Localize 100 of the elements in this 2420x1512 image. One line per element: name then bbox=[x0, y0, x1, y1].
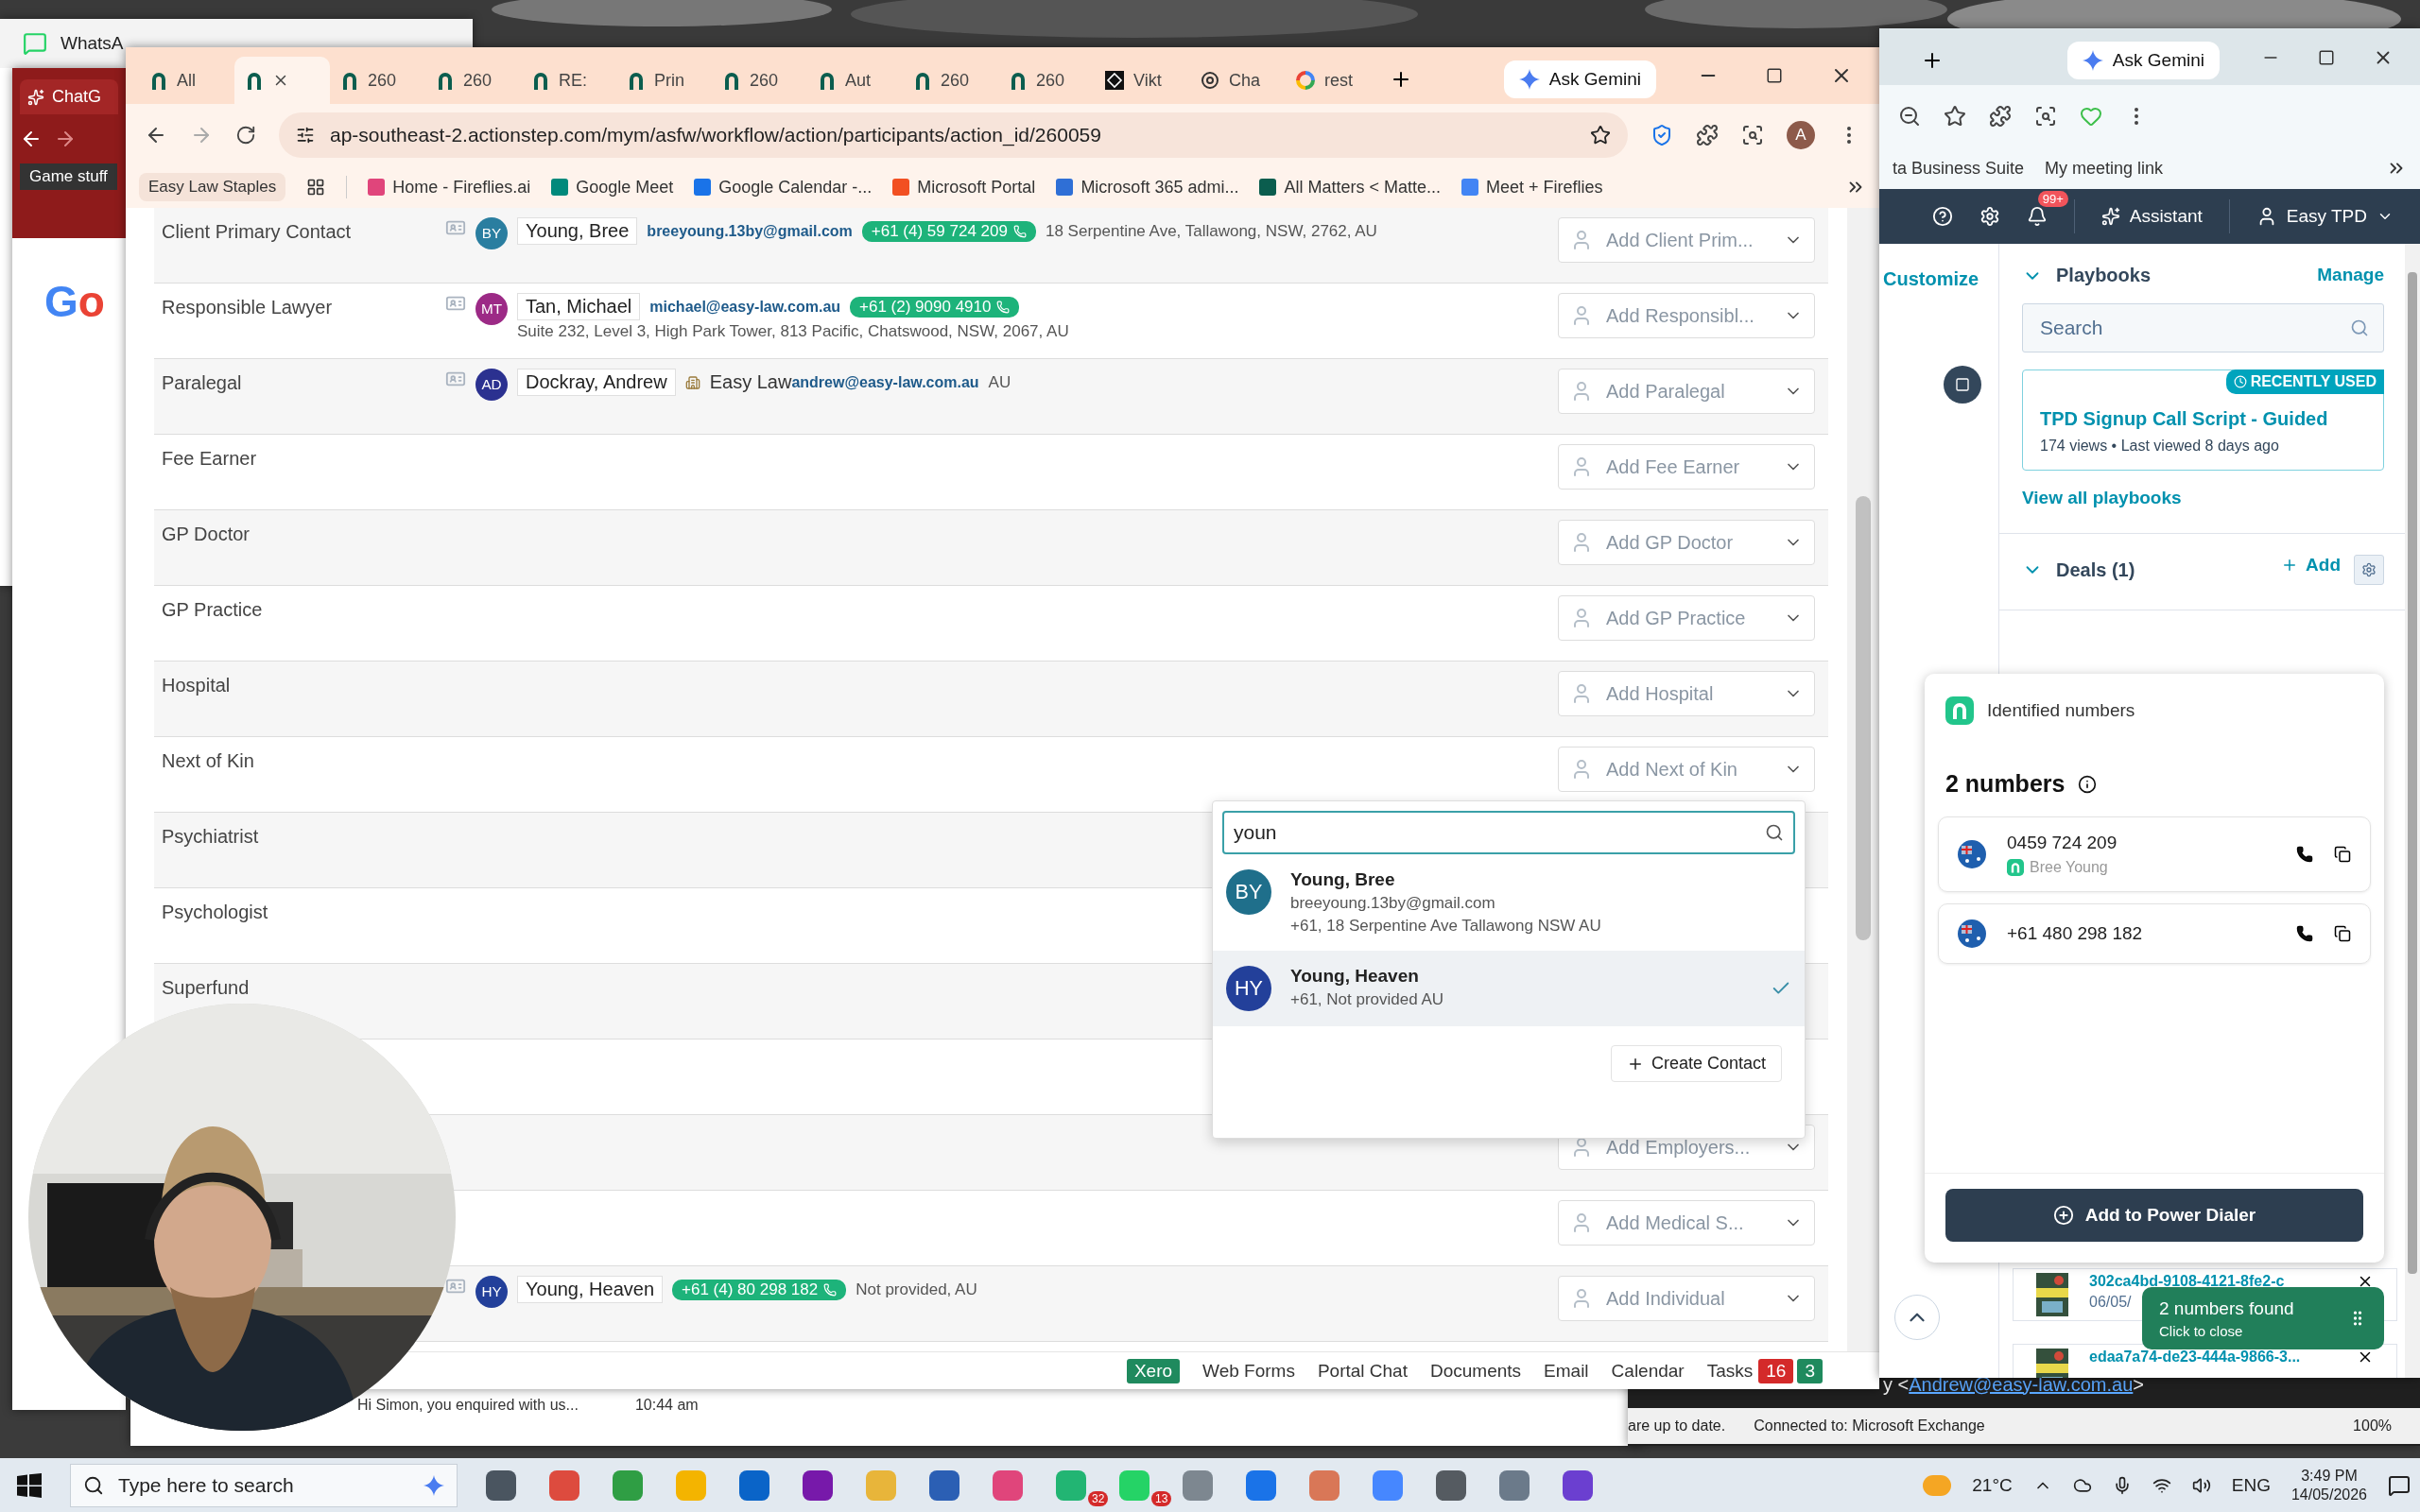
footer-link[interactable]: Portal Chat bbox=[1317, 1360, 1408, 1382]
browser-tab[interactable]: 260 bbox=[903, 57, 998, 104]
app-icon[interactable] bbox=[486, 1469, 516, 1501]
notifications-icon[interactable] bbox=[2388, 1473, 2411, 1497]
email-address[interactable]: breeyoung.13by@gmail.com bbox=[647, 222, 853, 240]
address-bar[interactable]: ap-southeast-2.actionstep.com/mym/asfw/workflow/action/participants/action_id/260059 bbox=[279, 112, 1628, 158]
footer-link[interactable]: Web Forms bbox=[1202, 1360, 1295, 1382]
assistant-button[interactable]: Assistant bbox=[2100, 206, 2203, 227]
start-icon[interactable] bbox=[17, 1472, 42, 1498]
apps-icon[interactable] bbox=[306, 178, 326, 197]
browser-tab[interactable]: Vikt bbox=[1094, 57, 1189, 104]
create-contact-button[interactable]: Create Contact bbox=[1610, 1045, 1782, 1082]
browser-tab[interactable]: RE: bbox=[521, 57, 616, 104]
browser-tab[interactable]: 260 bbox=[330, 57, 425, 104]
app-icon[interactable] bbox=[739, 1469, 769, 1501]
browser-tab[interactable]: 260 bbox=[712, 57, 807, 104]
app-icon[interactable] bbox=[993, 1469, 1023, 1501]
gemini-button[interactable]: Ask Gemini bbox=[1503, 60, 1656, 98]
browser-tab[interactable]: 260 bbox=[998, 57, 1094, 104]
reload-icon[interactable] bbox=[235, 125, 256, 146]
app-icon[interactable] bbox=[549, 1469, 579, 1501]
bookmark-link[interactable]: My meeting link bbox=[2045, 158, 2164, 179]
browser-tab[interactable]: 260 bbox=[425, 57, 521, 104]
email-address[interactable]: andrew@easy-law.com.au bbox=[791, 373, 979, 391]
contact-result[interactable]: BY Young, Bree breeyoung.13by@gmail.com +61, 18 Serpentine Ave Tallawong NSW AU bbox=[1213, 854, 1805, 951]
contact-name[interactable]: Dockray, Andrew bbox=[517, 369, 676, 396]
contact-name[interactable]: Young, Bree bbox=[517, 217, 638, 245]
app-icon[interactable] bbox=[1436, 1469, 1466, 1501]
maximize-icon[interactable] bbox=[1766, 67, 1783, 84]
extensions-icon[interactable] bbox=[1696, 124, 1719, 146]
browser-tab[interactable]: All bbox=[139, 57, 234, 104]
manage-link[interactable]: Manage bbox=[2317, 265, 2384, 285]
xero-link[interactable]: Xero bbox=[1126, 1358, 1181, 1383]
app-icon[interactable] bbox=[613, 1469, 643, 1501]
contact-name[interactable]: Tan, Michael bbox=[517, 293, 641, 320]
phone-icon[interactable] bbox=[2296, 846, 2313, 863]
browser-tab[interactable]: rest bbox=[1285, 57, 1380, 104]
profile-avatar[interactable]: A bbox=[1787, 121, 1815, 149]
add-to-dialer-button[interactable]: Add to Power Dialer bbox=[1945, 1189, 2363, 1242]
playbook-card[interactable]: RECENTLY USED TPD Signup Call Script - Guided 174 views • Last viewed 8 days ago bbox=[2022, 369, 2384, 471]
account-menu[interactable]: Easy TPD bbox=[2256, 206, 2394, 227]
help-icon[interactable] bbox=[1931, 206, 1953, 227]
add-link[interactable]: Add bbox=[2281, 555, 2341, 576]
maximize-icon[interactable] bbox=[2318, 49, 2335, 66]
app-icon[interactable] bbox=[929, 1469, 959, 1501]
bookmark-link[interactable]: Microsoft Portal bbox=[917, 177, 1036, 198]
screen-search-icon[interactable] bbox=[2034, 105, 2057, 128]
bookmark-link[interactable]: Google Calendar -... bbox=[718, 177, 873, 198]
tab-group-chip[interactable]: Easy Law Staples bbox=[139, 173, 286, 201]
contact-detail: breeyoung.13by@gmail.com bbox=[1290, 894, 1496, 913]
bookmark-link[interactable]: All Matters < Matte... bbox=[1284, 177, 1441, 198]
customize-link[interactable]: Customize bbox=[1883, 268, 1979, 290]
view-all-link[interactable]: View all playbooks bbox=[2022, 488, 2182, 508]
clock[interactable]: 3:49 PM 14/05/2026 bbox=[2290, 1467, 2367, 1503]
language-indicator[interactable]: ENG bbox=[2231, 1474, 2271, 1496]
footer-link[interactable]: Email bbox=[1544, 1360, 1589, 1382]
bookmark-link[interactable]: Meet + Fireflies bbox=[1486, 177, 1603, 198]
screen-search-icon[interactable] bbox=[1741, 124, 1764, 146]
app-icon[interactable] bbox=[803, 1469, 833, 1501]
bell-icon[interactable] bbox=[2026, 206, 2048, 227]
site-settings-icon bbox=[296, 126, 315, 145]
volume-icon[interactable] bbox=[2191, 1475, 2211, 1495]
contact-result[interactable]: HY Young, Heaven +61, Not provided AU bbox=[1213, 951, 1805, 1026]
app-icon[interactable] bbox=[1499, 1469, 1530, 1501]
scrollbar[interactable] bbox=[2408, 272, 2417, 1274]
browser-tab[interactable]: Cha bbox=[1189, 57, 1285, 104]
app-icon[interactable] bbox=[1246, 1469, 1276, 1501]
bookmark-link[interactable]: ta Business Suite bbox=[1893, 158, 2025, 179]
gemini-button[interactable]: Ask Gemini bbox=[2066, 42, 2220, 79]
search-field[interactable]: Search bbox=[2022, 303, 2384, 352]
shield-icon[interactable] bbox=[1651, 124, 1673, 146]
footer-link[interactable]: Tasks bbox=[1706, 1360, 1754, 1382]
footer-link[interactable]: Calendar bbox=[1611, 1360, 1685, 1382]
bookmark-link[interactable]: Home - Fireflies.ai bbox=[392, 177, 531, 198]
zoom-out-icon[interactable] bbox=[1898, 105, 1921, 128]
bookmark-star-icon[interactable] bbox=[1944, 105, 1966, 128]
scrollbar[interactable] bbox=[1856, 496, 1871, 940]
panel-toggle-button[interactable] bbox=[1944, 366, 1981, 404]
browser-tab[interactable]: Aut bbox=[807, 57, 903, 104]
bookmark-link[interactable]: Google Meet bbox=[576, 177, 674, 198]
phone-icon bbox=[823, 1282, 838, 1297]
extensions-icon[interactable] bbox=[1989, 105, 2012, 128]
browser-tab[interactable] bbox=[234, 57, 330, 104]
email-address[interactable]: michael@easy-law.com.au bbox=[649, 298, 841, 316]
footer-link[interactable]: Documents bbox=[1429, 1360, 1522, 1382]
info-icon[interactable] bbox=[2078, 774, 2098, 794]
contact-name[interactable]: Young, Heaven bbox=[517, 1276, 664, 1303]
app-icon[interactable] bbox=[1183, 1469, 1213, 1501]
browser-tab[interactable]: ChatG bbox=[20, 79, 118, 114]
search-field[interactable]: Type here to search bbox=[70, 1463, 458, 1507]
copy-icon[interactable] bbox=[2334, 846, 2351, 863]
bookmark-link[interactable]: Microsoft 365 admi... bbox=[1080, 177, 1239, 198]
search-field[interactable]: youn bbox=[1222, 811, 1795, 854]
settings-button[interactable] bbox=[2354, 555, 2384, 585]
app-icon[interactable] bbox=[1563, 1469, 1593, 1501]
browser-tab[interactable]: Prin bbox=[616, 57, 712, 104]
copy-icon[interactable] bbox=[2334, 925, 2351, 942]
numbers-toast[interactable]: 2 numbers found Click to close bbox=[2142, 1287, 2384, 1349]
settings-icon[interactable] bbox=[1979, 206, 2000, 227]
phone-icon[interactable] bbox=[2296, 925, 2313, 942]
